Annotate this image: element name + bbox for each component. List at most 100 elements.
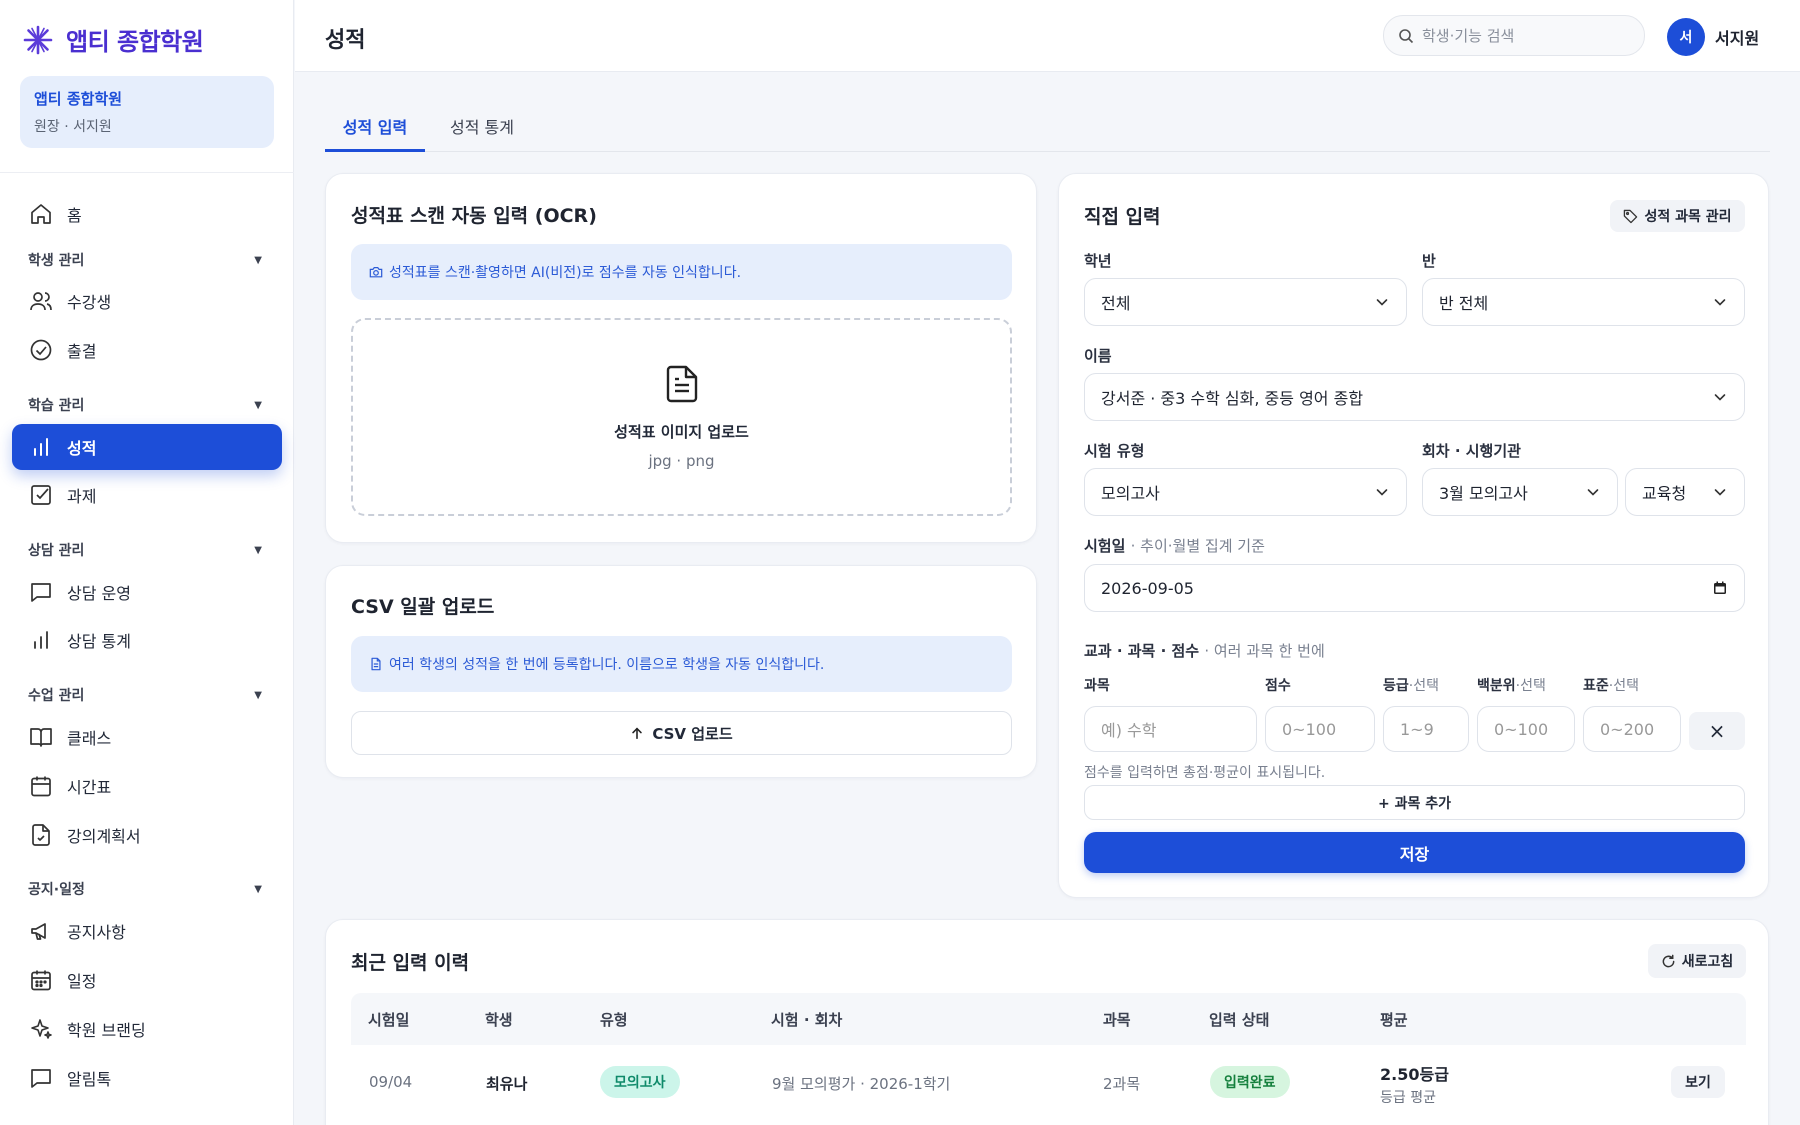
chevron-down-icon [1714,489,1726,496]
table-header: 시험일 학생 유형 시험 · 회차 과목 입력 상태 평균 [351,993,1746,1045]
col-percentile: 백분위·선택 [1477,675,1546,695]
sidebar-item-students[interactable]: 수강생 [12,278,282,324]
exam-date-input[interactable]: 2026-09-05 [1084,564,1745,612]
col-grade: 등급·선택 [1383,675,1439,695]
chevron-down-icon [1376,299,1388,306]
refresh-icon [1662,954,1675,967]
search-icon [1399,28,1414,43]
col-standard-text: 표준 [1583,678,1609,694]
subjects-label-text: 교과 · 과목 · 점수 [1084,642,1200,660]
col-status: 입력 상태 [1209,1011,1270,1029]
avatar[interactable]: 서 [1667,18,1705,56]
nav-group-study[interactable]: 학습 관리 ▼ [28,395,262,415]
sidebar-item-label: 클래스 [67,729,112,748]
view-button[interactable]: 보기 [1671,1066,1725,1098]
csv-card: CSV 일괄 업로드 여러 학생의 성적을 한 번에 등록합니다. 이름으로 학… [325,565,1037,778]
class-select[interactable]: 반 전체 [1422,278,1745,326]
tab-bar: 성적 입력 성적 통계 [325,108,1770,152]
chat-bubble-icon [31,1069,51,1088]
row-exam: 9월 모의평가 · 2026-1학기 [772,1075,951,1093]
csv-title: CSV 일괄 업로드 [351,596,495,618]
col-exam: 시험 · 회차 [771,1011,843,1029]
standard-score-input[interactable]: 0~200 [1583,706,1681,752]
bar-chart-icon [34,631,48,649]
camera-icon [369,267,383,278]
tab-grade-entry[interactable]: 성적 입력 [325,114,425,152]
grade-input[interactable]: 1~9 [1383,706,1469,752]
ocr-info: 성적표를 스캔·촬영하면 AI(비전)로 점수를 자동 인식합니다. [351,244,1012,300]
student-select[interactable]: 강서준 · 중3 수학 심화, 중등 영어 종합 [1084,373,1745,421]
refresh-button[interactable]: 새로고침 [1648,944,1746,978]
caret-down-icon: ▼ [254,883,262,895]
nav-group-label: 공지·일정 [28,882,85,898]
csv-upload-button[interactable]: CSV 업로드 [351,711,1012,755]
upload-formats: jpg · png [648,451,715,470]
topbar: 성적 서 서지원 [295,0,1800,72]
user-name[interactable]: 서지원 [1715,25,1759,49]
exam-date-hint: · 추이·월별 집계 기준 [1130,537,1265,555]
check-circle-icon [30,339,52,361]
calendar-grid-icon [31,970,51,991]
score-input[interactable]: 0~100 [1265,706,1375,752]
home-icon [31,204,51,224]
col-grade-hint: ·선택 [1408,678,1439,694]
sidebar: 앱티 종합학원 앱티 종합학원 원장 · 서지원 홈 학생 관리 ▼ 수강생 출결… [0,0,294,1125]
csv-info: 여러 학생의 성적을 한 번에 등록합니다. 이름으로 학생을 자동 인식합니다… [351,636,1012,692]
col-date: 시험일 [368,1011,410,1029]
add-subject-button[interactable]: + 과목 추가 [1084,785,1745,820]
col-subjects: 과목 [1103,1011,1131,1029]
nav-group-class[interactable]: 수업 관리 ▼ [28,685,262,705]
col-type: 유형 [600,1011,628,1029]
sidebar-item-alimtalk[interactable]: 알림톡 [12,1055,282,1101]
calendar-icon [1714,581,1726,594]
row-subjects: 2과목 [1103,1075,1141,1093]
sidebar-item-label: 일정 [67,972,97,991]
caret-down-icon: ▼ [254,254,262,266]
grade-label: 학년 [1084,252,1112,270]
brand[interactable]: 앱티 종합학원 [22,22,204,57]
nav-group-counsel[interactable]: 상담 관리 ▼ [28,540,262,560]
save-button[interactable]: 저장 [1084,832,1745,873]
nav-group-notice[interactable]: 공지·일정 ▼ [28,879,262,899]
tab-grade-stats[interactable]: 성적 통계 [450,114,514,152]
manage-subjects-button[interactable]: 성적 과목 관리 [1610,200,1745,232]
org-name: 앱티 종합학원 [34,90,123,108]
brand-name: 앱티 종합학원 [66,28,204,56]
org-card[interactable]: 앱티 종합학원 원장 · 서지원 [20,76,274,148]
row-average-sub: 등급 평균 [1380,1090,1436,1106]
subjects-hint: · 여러 과목 한 번에 [1204,642,1325,660]
exam-type-label: 시험 유형 [1084,442,1145,460]
sidebar-item-notices[interactable]: 공지사항 [12,908,282,954]
sidebar-item-grades[interactable]: 성적 [12,424,282,470]
subject-name-input[interactable]: 예) 수학 [1084,706,1257,752]
csv-info-text: 여러 학생의 성적을 한 번에 등록합니다. 이름으로 학생을 자동 인식합니다… [389,657,825,673]
sidebar-item-branding[interactable]: 학원 브랜딩 [12,1006,282,1052]
sidebar-item-label: 출결 [67,342,97,361]
sidebar-item-classes[interactable]: 클래스 [12,714,282,760]
search-box[interactable] [1383,15,1645,56]
sidebar-item-timetable[interactable]: 시간표 [12,763,282,809]
exam-type-select[interactable]: 모의고사 [1084,468,1407,516]
percentile-input[interactable]: 0~100 [1477,706,1575,752]
sidebar-item-counsel-stats[interactable]: 상담 통계 [12,617,282,663]
caret-down-icon: ▼ [254,544,262,556]
chevron-down-icon [1376,489,1388,496]
sidebar-item-assignments[interactable]: 과제 [12,472,282,518]
grade-select[interactable]: 전체 [1084,278,1407,326]
remove-row-button[interactable]: × [1689,712,1745,750]
sidebar-item-syllabus[interactable]: 강의계획서 [12,812,282,858]
sidebar-item-counsel-ops[interactable]: 상담 운영 [12,569,282,615]
sidebar-item-attendance[interactable]: 출결 [12,327,282,373]
search-input[interactable] [1422,26,1622,45]
name-label: 이름 [1084,347,1112,365]
sidebar-item-label: 상담 운영 [67,584,131,603]
chevron-down-icon [1714,299,1726,306]
sidebar-item-home[interactable]: 홈 [12,191,282,237]
col-standard-hint: ·선택 [1608,678,1639,694]
nav-group-students[interactable]: 학생 관리 ▼ [28,250,262,270]
round-select[interactable]: 3월 모의고사 [1422,468,1618,516]
image-upload-dropzone[interactable]: 성적표 이미지 업로드 jpg · png [351,318,1012,516]
sidebar-item-schedule[interactable]: 일정 [12,957,282,1003]
agency-select[interactable]: 교육청 [1625,468,1745,516]
ocr-title: 성적표 스캔 자동 입력 (OCR) [351,205,597,227]
